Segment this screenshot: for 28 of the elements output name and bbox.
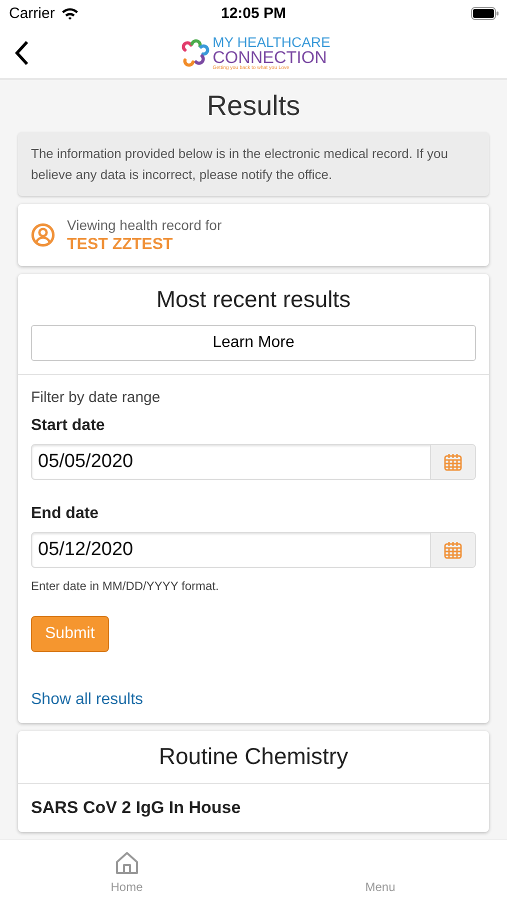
page-title: Results <box>206 90 302 122</box>
calendar-icon <box>443 452 463 472</box>
logo-title: CONNECTION <box>212 48 328 66</box>
tab-item[interactable]: Home <box>0 840 254 900</box>
format-hint: Enter date in MM/DD/YYYY format. <box>31 578 219 593</box>
field-label: End date <box>31 504 99 523</box>
status-time: 12:05 PM <box>220 5 286 22</box>
logo-title: MY HEALTHCARE <box>212 34 330 49</box>
calendar-icon <box>443 540 463 560</box>
user-icon <box>31 223 55 248</box>
card-title: Most recent results <box>155 286 352 313</box>
field-label: Start date <box>31 416 105 435</box>
patient-caption: Viewing health record for <box>67 216 222 233</box>
date-field[interactable]: 05/05/2020 <box>31 444 476 480</box>
learn-more-button[interactable]: Learn More <box>31 324 476 361</box>
patient-name: TEST ZZTEST <box>67 236 174 254</box>
date-field[interactable]: 05/12/2020 <box>31 532 476 568</box>
home-icon <box>114 850 140 876</box>
filter-label: Filter by date range <box>31 388 160 406</box>
show-all-results-link[interactable]: Show all results <box>31 690 144 709</box>
back-icon <box>14 40 30 66</box>
carrier-label: Carrier <box>9 5 55 22</box>
battery-icon <box>471 7 499 20</box>
section-title: Routine Chemistry <box>18 730 489 784</box>
notice-text: The information provided below is in the electronic medical record. If you believe any data is incorrect, please notify the office. <box>18 132 489 196</box>
wifi-icon <box>60 7 79 20</box>
test-name: SARS CoV 2 IgG In House <box>30 796 242 819</box>
tab-item[interactable]: Menu <box>254 840 507 900</box>
